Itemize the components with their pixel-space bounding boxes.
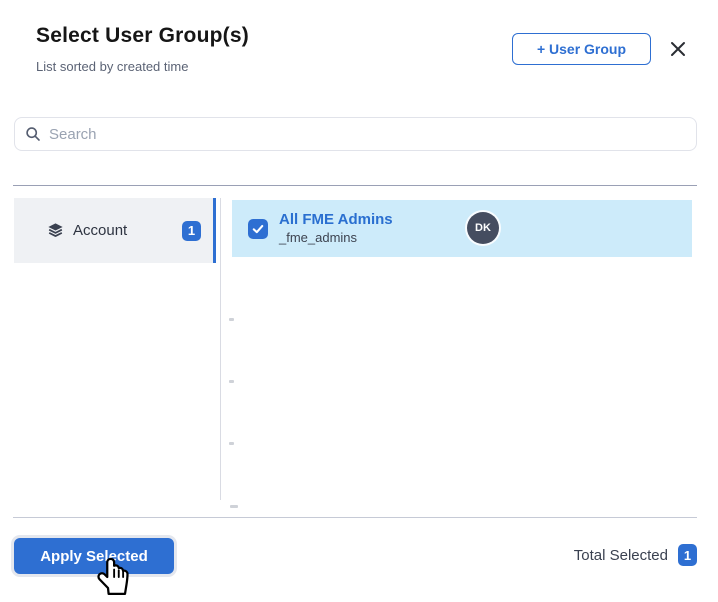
group-name: All FME Admins xyxy=(279,211,393,229)
select-user-groups-dialog: Select User Group(s) List sorted by crea… xyxy=(0,0,718,595)
avatar: DK xyxy=(467,212,499,244)
dialog-title: Select User Group(s) xyxy=(36,24,249,47)
footer-divider xyxy=(13,517,697,518)
placeholder-dot xyxy=(230,505,238,508)
total-selected: Total Selected 1 xyxy=(574,544,697,566)
check-icon xyxy=(251,222,265,236)
header-divider xyxy=(13,185,697,186)
sidebar-item-account[interactable]: Account 1 xyxy=(14,198,213,263)
group-id: _fme_admins xyxy=(279,230,358,246)
panel-divider xyxy=(220,198,221,500)
close-icon xyxy=(669,40,687,58)
placeholder-dot xyxy=(229,318,234,321)
row-checkbox[interactable] xyxy=(248,218,268,239)
user-group-row[interactable]: All FME Admins _fme_admins DK xyxy=(232,200,692,257)
search-bar xyxy=(14,117,697,151)
total-selected-badge: 1 xyxy=(678,544,697,566)
dialog-subtitle: List sorted by created time xyxy=(36,59,189,74)
apply-selected-button[interactable]: Apply Selected xyxy=(14,538,174,574)
placeholder-dot xyxy=(229,380,234,383)
layers-icon xyxy=(46,221,65,240)
close-button[interactable] xyxy=(666,37,690,61)
search-icon xyxy=(25,126,41,142)
add-user-group-button[interactable]: + User Group xyxy=(512,33,651,65)
sidebar-item-label: Account xyxy=(73,222,128,239)
total-selected-label: Total Selected xyxy=(573,546,668,564)
sidebar-count-badge: 1 xyxy=(182,220,201,241)
placeholder-dot xyxy=(229,442,234,445)
sidebar-active-indicator xyxy=(213,198,216,263)
search-input[interactable] xyxy=(49,125,686,143)
